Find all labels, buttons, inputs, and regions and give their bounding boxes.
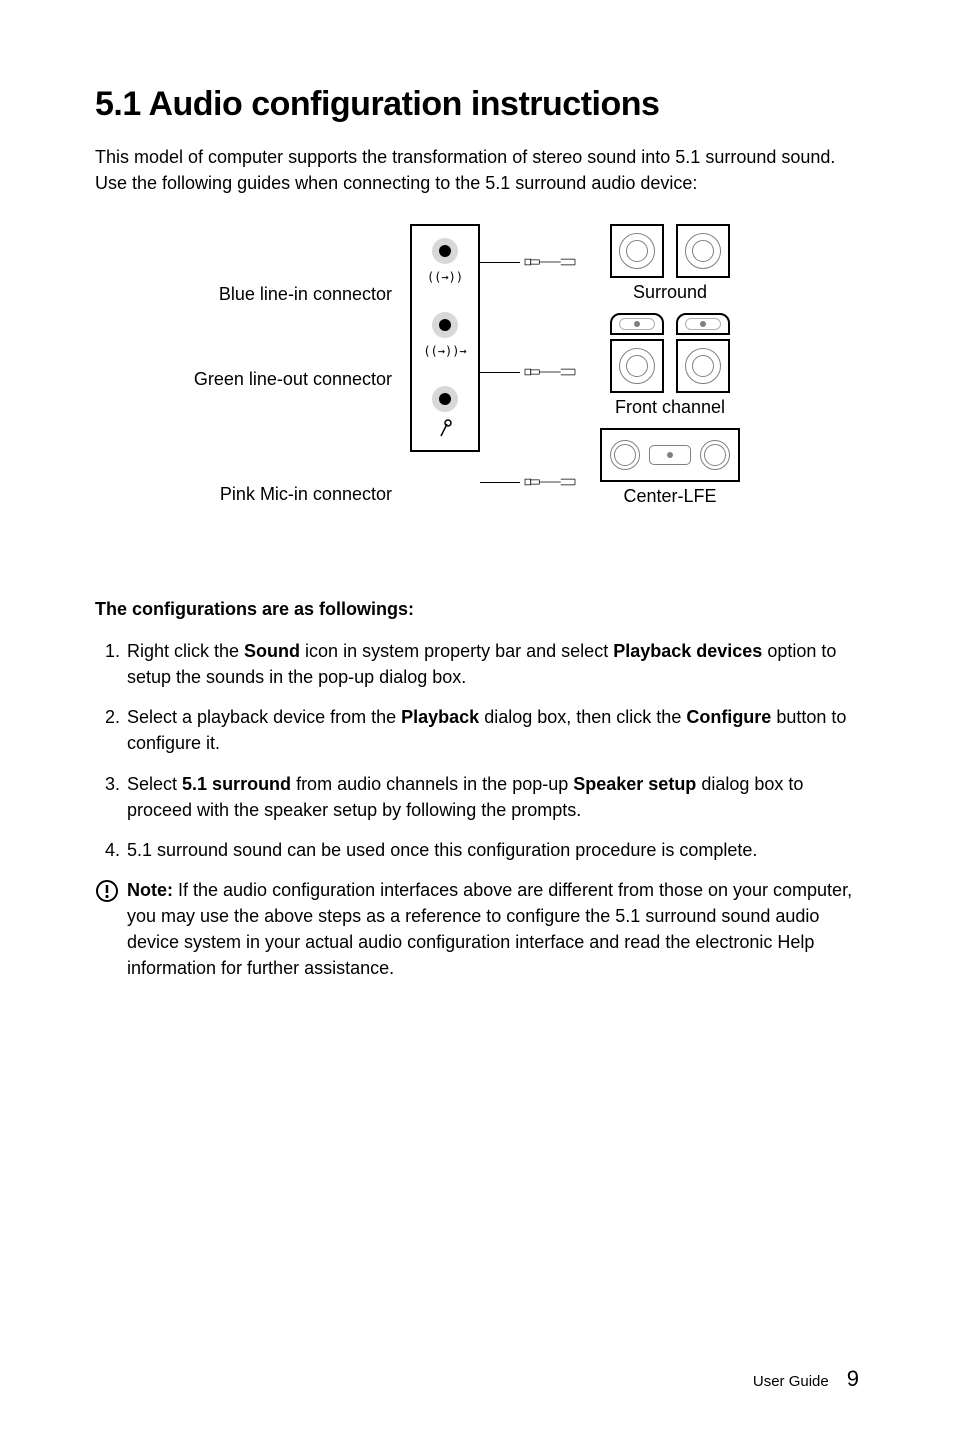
page-footer: User Guide 9 <box>753 1366 859 1392</box>
cable-center <box>480 472 580 492</box>
page-heading: 5.1 Audio configuration instructions <box>95 85 859 124</box>
intro-line-1: This model of computer supports the tran… <box>95 147 835 167</box>
cable-surround <box>480 252 580 272</box>
line-in-icon: ((→)) <box>427 270 463 284</box>
connector-labels: Blue line-in connector Green line-out co… <box>95 224 410 569</box>
audio-diagram: Blue line-in connector Green line-out co… <box>95 224 859 569</box>
front-speakers: Front channel <box>600 313 740 418</box>
surround-speakers: Surround <box>600 224 740 303</box>
step-3: Select 5.1 surround from audio channels … <box>125 771 859 823</box>
intro-text: This model of computer supports the tran… <box>95 144 859 196</box>
port-line-out: ((→))→ <box>423 312 466 358</box>
plug-icon <box>520 367 580 377</box>
front-channel-label: Front channel <box>615 397 725 418</box>
intro-line-2: Use the following guides when connecting… <box>95 173 697 193</box>
plug-icon <box>520 257 580 267</box>
port-mic-in <box>432 386 458 438</box>
green-line-out-label: Green line-out connector <box>95 339 392 454</box>
note-text: Note: If the audio configuration interfa… <box>127 877 859 981</box>
configuration-steps: Right click the Sound icon in system pro… <box>95 638 859 863</box>
speakers-column: Surround Front channel Center-LFE <box>592 224 740 507</box>
blue-line-in-label: Blue line-in connector <box>95 224 392 339</box>
cable-column <box>480 224 592 492</box>
pink-mic-in-label: Pink Mic-in connector <box>95 454 392 569</box>
step-2: Select a playback device from the Playba… <box>125 704 859 756</box>
center-speaker: Center-LFE <box>600 428 740 507</box>
plug-icon <box>520 477 580 487</box>
center-lfe-label: Center-LFE <box>623 486 716 507</box>
ports-panel: ((→)) ((→))→ <box>410 224 480 452</box>
note-block: Note: If the audio configuration interfa… <box>95 877 859 981</box>
step-1: Right click the Sound icon in system pro… <box>125 638 859 690</box>
cable-front <box>480 362 580 382</box>
microphone-icon <box>437 418 453 438</box>
surround-label: Surround <box>633 282 707 303</box>
attention-icon <box>95 879 119 903</box>
footer-label: User Guide <box>753 1373 829 1390</box>
line-out-icon: ((→))→ <box>423 344 466 358</box>
page-number: 9 <box>847 1366 859 1392</box>
port-line-in: ((→)) <box>427 238 463 284</box>
step-4: 5.1 surround sound can be used once this… <box>125 837 859 863</box>
configurations-heading: The configurations are as followings: <box>95 599 859 620</box>
